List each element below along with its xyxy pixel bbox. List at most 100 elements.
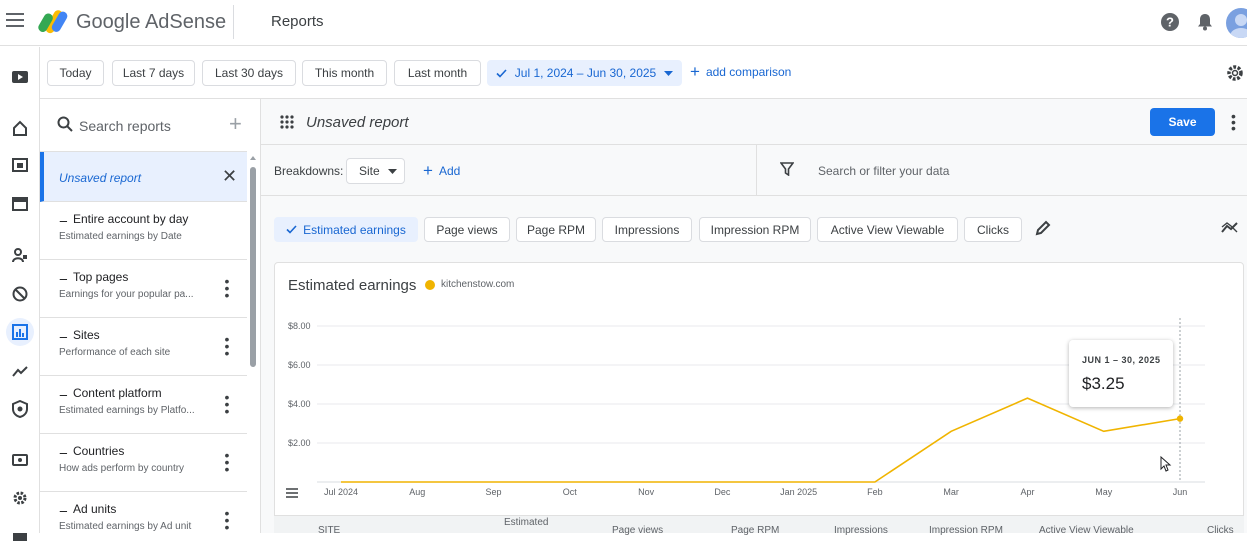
scroll-up-icon[interactable] [249, 154, 257, 162]
brand-name: Google AdSense [76, 11, 227, 33]
more-options-icon[interactable]: • • • [224, 390, 230, 418]
reports-icon[interactable] [6, 318, 34, 346]
sparkle-icon: ⚊ [59, 445, 68, 457]
breakdown-site-select[interactable]: Site [346, 158, 405, 184]
date-filter-bar: Today Last 7 days Last 30 days This mont… [40, 47, 1247, 99]
date-chip-this-month[interactable]: This month [302, 60, 387, 86]
filter-data-field[interactable]: Search or filter your data [757, 145, 1247, 196]
metric-chip-clicks[interactable]: Clicks [964, 217, 1022, 242]
reports-scrollbar[interactable] [249, 151, 257, 533]
ads-icon[interactable] [6, 190, 34, 218]
y-tick-label: $8.00 [288, 321, 311, 331]
report-title: Entire account by day [72, 212, 189, 226]
more-options-icon[interactable]: • • • [224, 448, 230, 476]
table-view-icon[interactable] [285, 488, 299, 499]
more-options-icon[interactable]: • • • [224, 506, 230, 533]
series-line-kitchenstow[interactable] [341, 397, 1181, 483]
report-header: Unsaved report Save • • • [261, 99, 1247, 145]
metric-chip-page-views[interactable]: Page views [424, 217, 510, 242]
date-range-label: Jul 1, 2024 – Jun 30, 2025 [514, 66, 657, 80]
tooltip-value: $3.25 [1082, 374, 1125, 393]
menu-icon[interactable] [6, 13, 24, 29]
scrollbar-thumb[interactable] [250, 167, 256, 367]
add-breakdown-button[interactable]: + Add [423, 162, 461, 179]
tooltip-date: JUN 1 – 30, 2025 [1082, 355, 1161, 365]
top-app-bar: Google AdSense Reports ? [0, 0, 1247, 46]
report-subtitle: Earnings for your popular pa... [59, 289, 194, 300]
plus-icon: + [690, 62, 700, 81]
add-comparison-button[interactable]: + add comparison [690, 62, 792, 81]
x-tick-label: Jul 2024 [324, 487, 358, 497]
edit-metrics-icon[interactable] [1035, 220, 1051, 236]
report-title: Top pages [72, 270, 129, 284]
column-header-estimated[interactable]: Estimated [504, 517, 548, 528]
more-options-icon[interactable]: • • • [224, 274, 230, 302]
sites-icon[interactable] [6, 151, 34, 179]
sparkle-icon: ⚊ [59, 329, 68, 341]
date-range-picker[interactable]: Jul 1, 2024 – Jun 30, 2025 [487, 60, 682, 86]
sparkle-icon: ⚊ [59, 503, 68, 515]
navigation-rail [0, 47, 40, 541]
search-reports-placeholder: Search reports [79, 118, 171, 134]
help-icon[interactable]: ? [1159, 11, 1181, 33]
x-tick-label: Mar [943, 487, 959, 497]
report-item-countries[interactable]: ⚊ Countries How ads perform by country • •… [40, 434, 247, 492]
more-options-icon[interactable]: • • • [224, 332, 230, 360]
privacy-messaging-icon[interactable] [6, 241, 34, 269]
close-icon[interactable]: ✕ [222, 166, 237, 187]
report-name[interactable]: Unsaved report [306, 114, 409, 131]
settings-gear-icon[interactable] [1226, 64, 1244, 87]
column-header-page-views[interactable]: Page views [612, 525, 663, 536]
trend-toggle-icon[interactable] [1221, 220, 1239, 234]
column-header-impression-rpm[interactable]: Impression RPM [929, 525, 1003, 536]
report-title: Ad units [72, 502, 117, 516]
home-icon[interactable] [6, 114, 34, 142]
metric-chip-page-rpm[interactable]: Page RPM [516, 217, 596, 242]
add-comparison-label: add comparison [705, 65, 792, 79]
add-breakdown-label: Add [438, 164, 461, 178]
date-chip-last-month[interactable]: Last month [394, 60, 481, 86]
save-button[interactable]: Save [1150, 108, 1215, 136]
x-tick-label: Feb [867, 487, 883, 497]
date-chip-last-7-days[interactable]: Last 7 days [112, 60, 195, 86]
date-chip-last-30-days[interactable]: Last 30 days [202, 60, 296, 86]
column-header-active-view[interactable]: Active View Viewable [1039, 525, 1134, 536]
apps-grid-icon[interactable] [280, 115, 294, 129]
filter-icon [780, 162, 794, 176]
report-item-content-platform[interactable]: ⚊ Content platform Estimated earnings by … [40, 376, 247, 434]
report-item-top-pages[interactable]: ⚊ Top pages Earnings for your popular pa.… [40, 260, 247, 318]
feedback-icon[interactable] [6, 521, 34, 549]
settings-icon[interactable] [6, 484, 34, 512]
adsense-logo [38, 10, 68, 34]
report-item-sites[interactable]: ⚊ Sites Performance of each site • • • [40, 318, 247, 376]
policy-center-icon[interactable] [6, 395, 34, 423]
video-icon[interactable] [6, 63, 34, 91]
blocking-controls-icon[interactable] [6, 280, 34, 308]
y-tick-label: $4.00 [288, 399, 311, 409]
metric-chip-impressions[interactable]: Impressions [602, 217, 692, 242]
account-avatar[interactable] [1226, 8, 1247, 38]
column-header-site[interactable]: SITE [318, 525, 340, 536]
metric-chip-estimated-earnings[interactable]: Estimated earnings [274, 217, 418, 242]
report-item-unsaved[interactable]: Unsaved report ✕ [40, 152, 247, 202]
check-icon [286, 225, 297, 234]
breakdown-site-value: Site [359, 164, 380, 178]
chart-tooltip: JUN 1 – 30, 2025 $3.25 [1069, 340, 1173, 407]
column-header-impressions[interactable]: Impressions [834, 525, 888, 536]
metric-chip-active-view-viewable[interactable]: Active View Viewable [817, 217, 958, 242]
metric-chip-impression-rpm[interactable]: Impression RPM [699, 217, 811, 242]
notifications-icon[interactable] [1194, 11, 1216, 33]
column-header-page-rpm[interactable]: Page RPM [731, 525, 779, 536]
date-chip-today[interactable]: Today [47, 60, 104, 86]
data-point[interactable] [1176, 415, 1184, 422]
report-item-entire-account-by-day[interactable]: ⚊ Entire account by day Estimated earning… [40, 202, 247, 260]
payments-icon[interactable] [6, 446, 34, 474]
column-header-clicks[interactable]: Clicks [1207, 525, 1234, 536]
new-report-plus-icon[interactable]: + [229, 113, 242, 135]
optimization-icon[interactable] [6, 357, 34, 385]
more-vert-icon[interactable]: • • • [1231, 109, 1236, 135]
report-item-ad-units[interactable]: ⚊ Ad units Estimated earnings by Ad unit … [40, 492, 247, 533]
search-reports-field[interactable]: Search reports + [40, 99, 247, 152]
report-subtitle: Estimated earnings by Date [59, 231, 182, 242]
x-tick-label: Jun [1173, 487, 1188, 497]
